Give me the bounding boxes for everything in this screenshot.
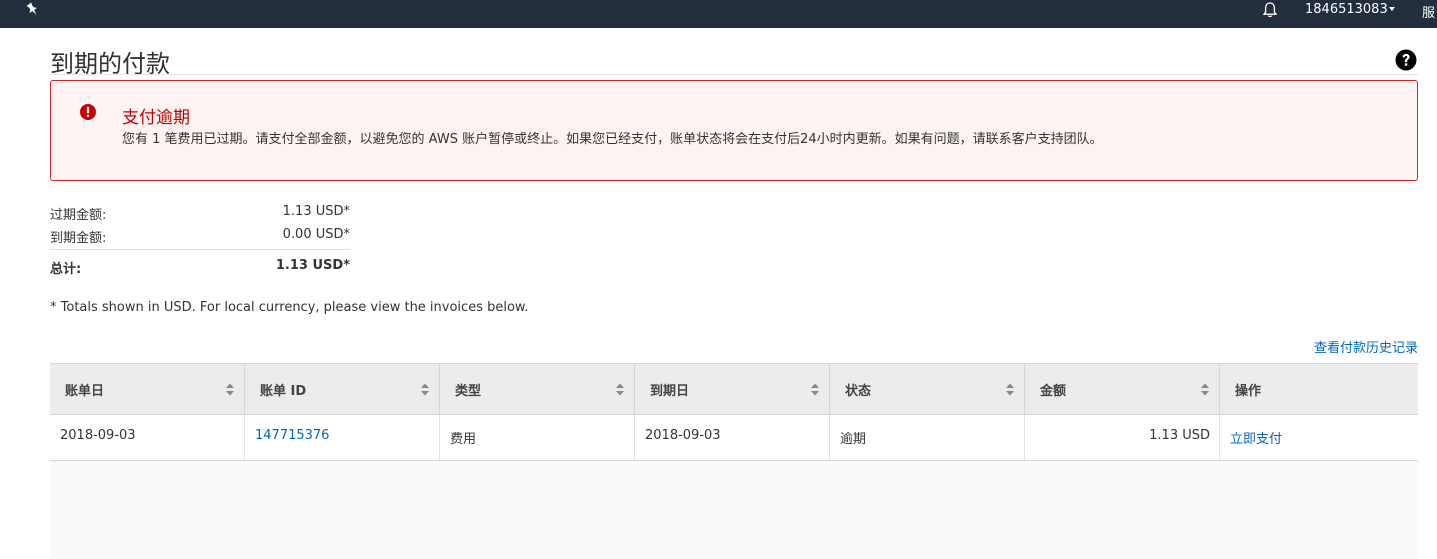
amount-text: 1.13 USD xyxy=(1149,428,1210,443)
cell-amount: 1.13 USD xyxy=(1025,415,1220,460)
sort-icon[interactable] xyxy=(615,382,625,397)
sort-icon[interactable] xyxy=(1005,382,1015,397)
overdue-alert: 支付逾期 您有 1 笔费用已过期。请支付全部金额，以避免您的 AWS 账户暂停或… xyxy=(50,80,1418,181)
chevron-down-icon[interactable] xyxy=(1389,7,1395,11)
sort-icon[interactable] xyxy=(225,382,235,397)
total-value: 1.13 USD* xyxy=(275,258,350,273)
sort-icon[interactable] xyxy=(1200,382,1210,397)
column-header-status[interactable]: 状态 xyxy=(830,364,1025,414)
type-text: 费用 xyxy=(450,432,477,447)
table-row: 2018-09-03 147715376 费用 2018-09-03 逾期 1.… xyxy=(50,415,1418,461)
column-label: 类型 xyxy=(455,384,482,399)
question-circle-icon[interactable] xyxy=(1395,49,1417,71)
column-label: 到期日 xyxy=(650,384,690,399)
column-label: 账单 ID xyxy=(260,384,307,399)
overdue-amount-value: 1.13 USD* xyxy=(282,204,350,219)
alert-message: 您有 1 笔费用已过期。请支付全部金额，以避免您的 AWS 账户暂停或终止。如果… xyxy=(122,132,1103,147)
column-label: 账单日 xyxy=(65,384,105,399)
column-header-due-date[interactable]: 到期日 xyxy=(635,364,830,414)
invoices-table: 账单日 账单 ID 类型 到期日 状态 金额 操作 2018-09-03 147… xyxy=(50,363,1418,559)
sort-icon[interactable] xyxy=(420,382,430,397)
sort-icon[interactable] xyxy=(810,382,820,397)
pay-now-link[interactable]: 立即支付 xyxy=(1230,428,1282,447)
services-menu[interactable]: 服 xyxy=(1422,2,1435,21)
column-label: 操作 xyxy=(1235,384,1262,399)
due-amount-label: 到期金额: xyxy=(50,231,107,246)
overdue-amount-label: 过期金额: xyxy=(50,208,107,223)
column-header-amount[interactable]: 金额 xyxy=(1025,364,1220,414)
title-divider xyxy=(50,74,1418,75)
exclamation-circle-icon xyxy=(80,104,96,120)
due-amount-value: 0.00 USD* xyxy=(282,227,350,242)
account-menu[interactable]: 1846513083 xyxy=(1305,2,1388,17)
due-date-text: 2018-09-03 xyxy=(645,428,721,443)
summary-divider xyxy=(50,249,350,250)
cell-type: 费用 xyxy=(440,415,635,460)
pin-icon[interactable] xyxy=(25,2,41,18)
currency-footnote: * Totals shown in USD. For local currenc… xyxy=(50,300,529,315)
cell-bill-date: 2018-09-03 xyxy=(50,415,245,460)
table-header: 账单日 账单 ID 类型 到期日 状态 金额 操作 xyxy=(50,363,1418,415)
column-header-bill-id[interactable]: 账单 ID xyxy=(245,364,440,414)
alert-title: 支付逾期 xyxy=(122,108,190,128)
bill-date-text: 2018-09-03 xyxy=(60,428,136,443)
bell-icon[interactable] xyxy=(1261,1,1279,19)
bill-id-link[interactable]: 147715376 xyxy=(255,428,329,443)
cell-status: 逾期 xyxy=(830,415,1025,460)
column-header-action: 操作 xyxy=(1220,364,1418,414)
column-header-bill-date[interactable]: 账单日 xyxy=(50,364,245,414)
payment-history-link[interactable]: 查看付款历史记录 xyxy=(1314,337,1418,356)
column-label: 金额 xyxy=(1040,384,1067,399)
cell-bill-id: 147715376 xyxy=(245,415,440,460)
status-text: 逾期 xyxy=(840,432,867,447)
cell-due-date: 2018-09-03 xyxy=(635,415,830,460)
total-label: 总计: xyxy=(50,262,82,277)
column-header-type[interactable]: 类型 xyxy=(440,364,635,414)
cell-action: 立即支付 xyxy=(1220,415,1418,460)
top-nav-bar: 1846513083 服 xyxy=(0,0,1437,28)
column-label: 状态 xyxy=(845,384,872,399)
